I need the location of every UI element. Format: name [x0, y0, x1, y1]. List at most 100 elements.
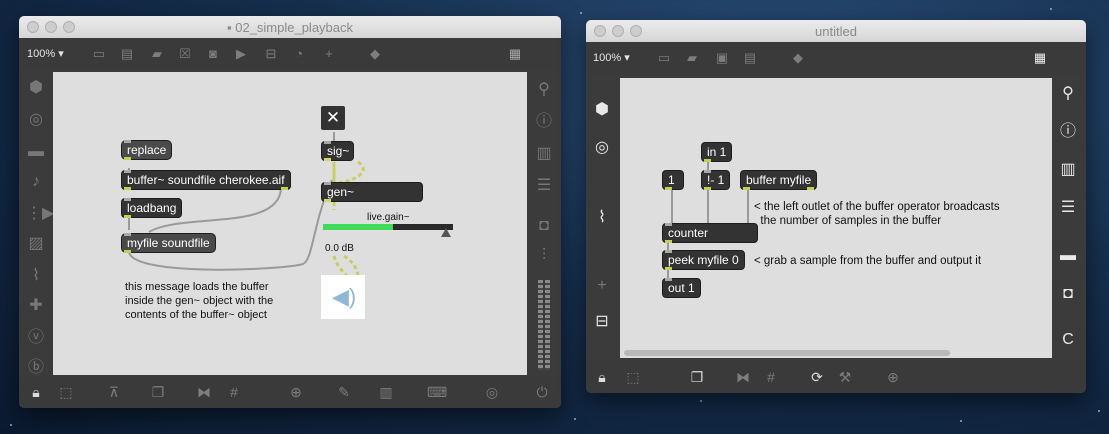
- lock-icon[interactable]: 🔒︎: [27, 383, 45, 401]
- windows-icon[interactable]: ❐: [149, 383, 167, 401]
- mixer-icon[interactable]: ⫶: [534, 246, 554, 266]
- presentation-mode-icon[interactable]: ⬚: [57, 383, 75, 401]
- info-icon[interactable]: ⓘ: [534, 112, 554, 132]
- add-bpatcher-icon[interactable]: ⊕: [287, 383, 305, 401]
- out1-object[interactable]: out 1: [662, 278, 701, 298]
- outlet[interactable]: [124, 250, 131, 253]
- sig-object[interactable]: sig~: [321, 141, 354, 161]
- number-object-icon[interactable]: ◙: [205, 46, 221, 62]
- mute-icon[interactable]: ⧓: [734, 368, 752, 386]
- gen-object[interactable]: gen~: [321, 182, 423, 202]
- outlet[interactable]: [743, 187, 750, 190]
- buffer-object[interactable]: buffer~ soundfile cherokee.aif: [121, 170, 291, 190]
- codebox-icon[interactable]: C: [1058, 330, 1078, 350]
- grid-icon[interactable]: #: [762, 368, 780, 386]
- piano-icon[interactable]: ▥: [377, 383, 395, 401]
- mute-icon[interactable]: ⧓: [195, 383, 213, 401]
- zoom-menu[interactable]: 100% ▾: [27, 47, 64, 60]
- outlet[interactable]: [807, 187, 815, 190]
- snapshot-icon[interactable]: ◘: [534, 216, 554, 236]
- horizontal-scrollbar[interactable]: [624, 350, 950, 356]
- present-icon[interactable]: ⊼: [105, 383, 123, 401]
- patcher-canvas[interactable]: replace buffer~ soundfile cherokee.aif l…: [53, 72, 527, 375]
- peek-object[interactable]: peek myfile 0: [662, 250, 745, 270]
- search-icon[interactable]: ⚲: [534, 80, 554, 100]
- live-gain-slider[interactable]: [323, 224, 453, 230]
- title-bar[interactable]: untitled: [586, 20, 1086, 43]
- dim-icon[interactable]: ▤: [742, 50, 758, 66]
- audio-on-icon[interactable]: ◎: [483, 383, 501, 401]
- file-browser-icon[interactable]: ▬: [26, 142, 46, 162]
- beap-icon[interactable]: ⓑ: [26, 358, 46, 378]
- image-icon[interactable]: ▨: [26, 234, 46, 254]
- inlet[interactable]: [665, 223, 672, 226]
- paint-bucket-icon[interactable]: ◆: [367, 46, 383, 62]
- play-object-icon[interactable]: ▶: [233, 46, 249, 62]
- gen-patcher-canvas[interactable]: in 1 1 !- 1 buffer myfile counter peek m…: [620, 78, 1052, 358]
- toggle-object-icon[interactable]: ☒: [177, 46, 193, 62]
- vizzie-icon[interactable]: ⓥ: [26, 328, 46, 348]
- presentation-mode-icon[interactable]: ⬚: [624, 368, 642, 386]
- add-icon[interactable]: +: [592, 276, 612, 296]
- windows-icon[interactable]: ❐: [688, 368, 706, 386]
- add-object-icon[interactable]: +: [321, 46, 337, 62]
- rsub-object[interactable]: !- 1: [701, 170, 731, 190]
- inlet[interactable]: [665, 250, 672, 253]
- outlet[interactable]: [324, 158, 331, 161]
- wrench-icon[interactable]: ✎: [335, 383, 353, 401]
- minus-icon[interactable]: ⊟: [592, 312, 612, 332]
- toggle-button[interactable]: ✕: [321, 106, 345, 130]
- outlet[interactable]: [704, 159, 711, 162]
- counter-object[interactable]: counter: [662, 223, 758, 243]
- inlet[interactable]: [124, 140, 131, 143]
- presentation-icon[interactable]: ▭: [91, 46, 107, 62]
- ezdac-button[interactable]: ◀): [321, 275, 365, 319]
- hammer-icon[interactable]: ⚒: [836, 368, 854, 386]
- info-icon[interactable]: ⓘ: [1058, 122, 1078, 142]
- target-icon[interactable]: ◎: [592, 138, 612, 158]
- inlet[interactable]: [124, 233, 131, 236]
- outlet[interactable]: [124, 187, 131, 190]
- refresh-icon[interactable]: ⟳: [808, 368, 826, 386]
- inlet[interactable]: [124, 170, 131, 173]
- package-icon[interactable]: ⬢: [26, 78, 46, 98]
- grid-menu-icon[interactable]: ▦: [507, 46, 523, 62]
- reference-book-icon[interactable]: ▥: [534, 144, 554, 164]
- presentation-icon[interactable]: ▭: [656, 50, 672, 66]
- power-icon[interactable]: ⏻: [533, 383, 551, 401]
- outlet[interactable]: [704, 187, 711, 190]
- list-icon[interactable]: ☰: [534, 176, 554, 196]
- plugin-icon[interactable]: ✚: [26, 296, 46, 316]
- music-note-icon[interactable]: ♪: [26, 172, 46, 192]
- zoom-menu[interactable]: 100% ▾: [593, 51, 630, 64]
- list-icon[interactable]: ☰: [1058, 198, 1078, 218]
- inlet[interactable]: [665, 278, 672, 281]
- outlet[interactable]: [324, 199, 331, 202]
- loadbang-object[interactable]: loadbang: [121, 198, 183, 218]
- title-bar[interactable]: ▪ 02_simple_playback: [19, 16, 561, 39]
- replace-message[interactable]: replace: [121, 140, 173, 160]
- grid-icon[interactable]: #: [225, 383, 243, 401]
- search-icon[interactable]: ⚲: [1058, 84, 1078, 104]
- dial-object-icon[interactable]: ◔: [291, 46, 307, 62]
- slider-object-icon[interactable]: ⊟: [263, 46, 279, 62]
- myfile-soundfile-message[interactable]: myfile soundfile: [121, 233, 216, 253]
- book-icon[interactable]: ▬: [1058, 246, 1078, 266]
- capture-icon[interactable]: ▣: [714, 50, 730, 66]
- inlet[interactable]: [324, 182, 331, 185]
- inlet[interactable]: [124, 198, 131, 201]
- newobject-icon[interactable]: ▤: [119, 46, 135, 62]
- comment-icon[interactable]: ▰: [684, 50, 700, 66]
- grid-menu-icon[interactable]: ▦: [1032, 50, 1048, 66]
- outlet[interactable]: [280, 187, 288, 190]
- buffer-myfile-object[interactable]: buffer myfile: [740, 170, 818, 190]
- video-icon[interactable]: ⋮▶: [26, 204, 54, 224]
- outlet[interactable]: [124, 157, 131, 160]
- keyboard-icon[interactable]: ⌨: [427, 383, 447, 401]
- outlet[interactable]: [665, 267, 672, 270]
- package-icon[interactable]: ⬢: [592, 100, 612, 120]
- target-icon[interactable]: ◎: [26, 110, 46, 130]
- gain-triangle-icon[interactable]: [441, 228, 451, 237]
- paperclip-icon[interactable]: ⌇: [592, 208, 612, 228]
- in1-object[interactable]: in 1: [701, 142, 733, 162]
